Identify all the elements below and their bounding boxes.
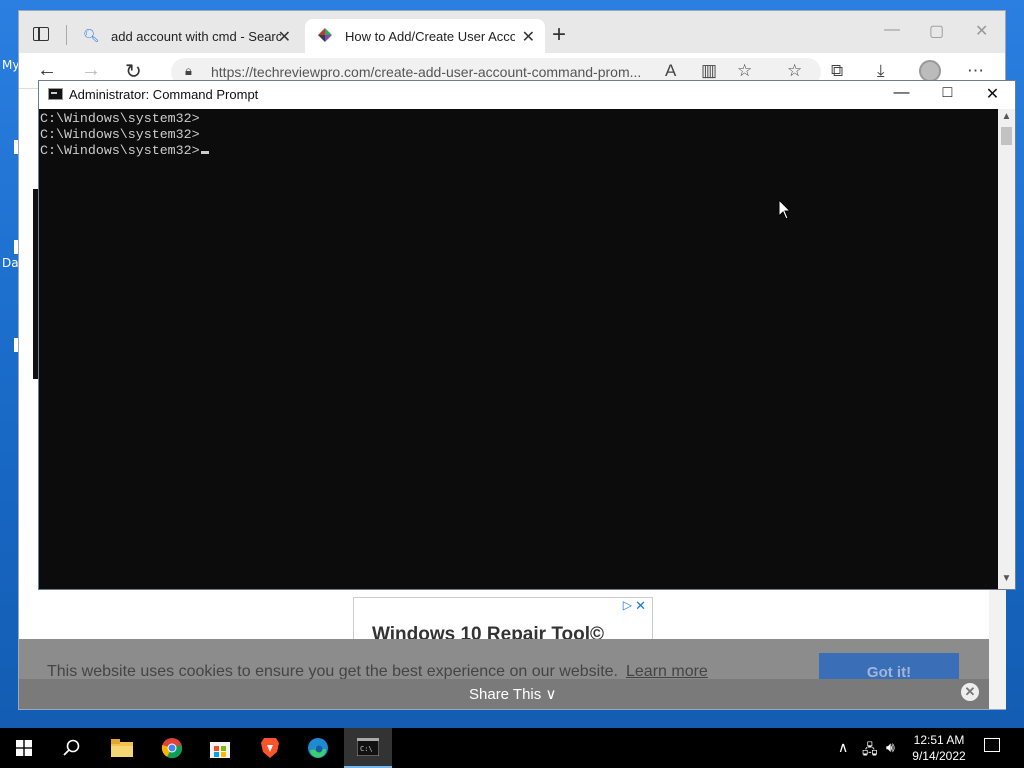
ad-choices-icon[interactable]: ▷: [623, 598, 632, 612]
share-label: Share This: [469, 686, 542, 703]
svg-text:C:\: C:\: [360, 745, 373, 753]
back-icon[interactable]: ←: [37, 59, 57, 82]
tab-divider: [66, 25, 67, 45]
cookie-text: This website uses cookies to ensure you …: [47, 663, 618, 680]
store-button[interactable]: [196, 728, 244, 768]
search-icon: [63, 739, 80, 756]
share-bar: Share This ∨ ✕: [19, 679, 989, 709]
add-favorite-icon[interactable]: ☆: [737, 61, 752, 81]
collections-icon[interactable]: ⧉: [831, 61, 843, 81]
chevron-down-icon: ∨: [545, 686, 557, 703]
lock-icon: 🔒︎: [185, 63, 192, 78]
tab-actions-icon[interactable]: [33, 27, 49, 41]
edge-button[interactable]: [294, 728, 342, 768]
command-prompt-window[interactable]: Administrator: Command Prompt — □ ✕ C:\W…: [38, 80, 1016, 590]
taskbar-search-button[interactable]: [48, 728, 96, 768]
cmd-title-bar[interactable]: Administrator: Command Prompt — □ ✕: [39, 81, 1015, 109]
cmd-title: Administrator: Command Prompt: [69, 87, 259, 102]
search-icon: 🔍︎: [83, 28, 100, 43]
desktop-icon-label[interactable]: Da: [2, 256, 19, 270]
reading-view-icon[interactable]: ▥: [701, 61, 717, 81]
taskbar: C:\ ∧ 🖧︎ 🔊︎ 12:51 AM 9/14/2022: [0, 728, 1024, 768]
more-menu-icon[interactable]: ⋯: [967, 61, 984, 81]
mouse-pointer-icon: [778, 198, 792, 226]
folder-icon: [111, 739, 133, 757]
chevron-up-icon[interactable]: ∧: [838, 739, 848, 756]
console-prompt: C:\Windows\system32>: [40, 143, 200, 158]
forward-icon[interactable]: →: [81, 59, 101, 82]
terminal-icon: C:\: [357, 738, 379, 756]
console-line-active: C:\Windows\system32>: [40, 143, 998, 159]
profile-avatar[interactable]: [919, 60, 941, 82]
downloads-icon[interactable]: ⤓: [877, 61, 885, 81]
notification-icon[interactable]: [984, 738, 1000, 752]
tab-search[interactable]: 🔍︎ add account with cmd - Search ✕: [71, 19, 301, 53]
chrome-button[interactable]: [148, 728, 196, 768]
learn-more-link[interactable]: Learn more: [626, 663, 708, 680]
cmd-taskbar-button[interactable]: C:\: [344, 728, 392, 768]
close-icon[interactable]: ✕: [970, 84, 1015, 104]
volume-icon[interactable]: 🔊︎: [886, 739, 895, 756]
network-icon[interactable]: 🖧︎: [862, 739, 878, 763]
text-cursor: [200, 151, 209, 154]
brave-button[interactable]: [246, 728, 294, 768]
console-line: C:\Windows\system32>: [40, 127, 200, 142]
favorites-icon[interactable]: ☆: [787, 61, 802, 81]
windows-logo-icon: [16, 740, 32, 756]
edge-icon: [308, 738, 328, 758]
cmd-console[interactable]: C:\Windows\system32> C:\Windows\system32…: [39, 109, 999, 589]
start-button[interactable]: [0, 728, 48, 768]
read-aloud-icon[interactable]: A: [665, 61, 676, 81]
file-explorer-button[interactable]: [98, 728, 146, 768]
close-tab-icon[interactable]: ✕: [278, 27, 291, 47]
tab-title: How to Add/Create User Accoun: [345, 28, 515, 44]
tab-bar: 🔍︎ add account with cmd - Search ✕ How t…: [19, 11, 1005, 53]
chrome-icon: [161, 738, 183, 759]
console-line: C:\Windows\system32>: [40, 111, 200, 126]
cmd-icon[interactable]: [48, 88, 63, 100]
close-icon[interactable]: ✕: [975, 21, 988, 41]
ad-close-icon[interactable]: ✕: [635, 598, 646, 614]
new-tab-button[interactable]: +: [552, 21, 566, 49]
minimize-icon[interactable]: —: [884, 21, 900, 39]
share-toggle[interactable]: Share This ∨: [469, 685, 556, 703]
clock-date: 9/14/2022: [912, 749, 966, 763]
minimize-icon[interactable]: —: [879, 84, 924, 102]
share-close-icon[interactable]: ✕: [961, 683, 979, 701]
close-tab-icon[interactable]: ✕: [522, 27, 535, 47]
scroll-up-icon[interactable]: ▲: [998, 111, 1015, 122]
url-text: https://techreviewpro.com/create-add-use…: [211, 64, 642, 80]
brave-icon: [261, 738, 279, 758]
clock-time: 12:51 AM: [913, 733, 965, 747]
tab-techreviewpro[interactable]: How to Add/Create User Accoun ✕: [305, 19, 545, 53]
tab-title: add account with cmd - Search: [111, 28, 281, 44]
clock[interactable]: 12:51 AM 9/14/2022: [904, 732, 974, 764]
store-icon: [210, 742, 230, 758]
techreviewpro-favicon-icon: [317, 27, 333, 45]
maximize-icon[interactable]: ▢: [929, 21, 944, 41]
cmd-scrollbar[interactable]: ▲ ▼: [998, 109, 1015, 589]
scroll-thumb[interactable]: [1001, 127, 1012, 145]
maximize-icon[interactable]: □: [925, 84, 970, 102]
desktop-icon-label[interactable]: My: [2, 58, 19, 72]
scroll-down-icon[interactable]: ▼: [998, 573, 1015, 584]
